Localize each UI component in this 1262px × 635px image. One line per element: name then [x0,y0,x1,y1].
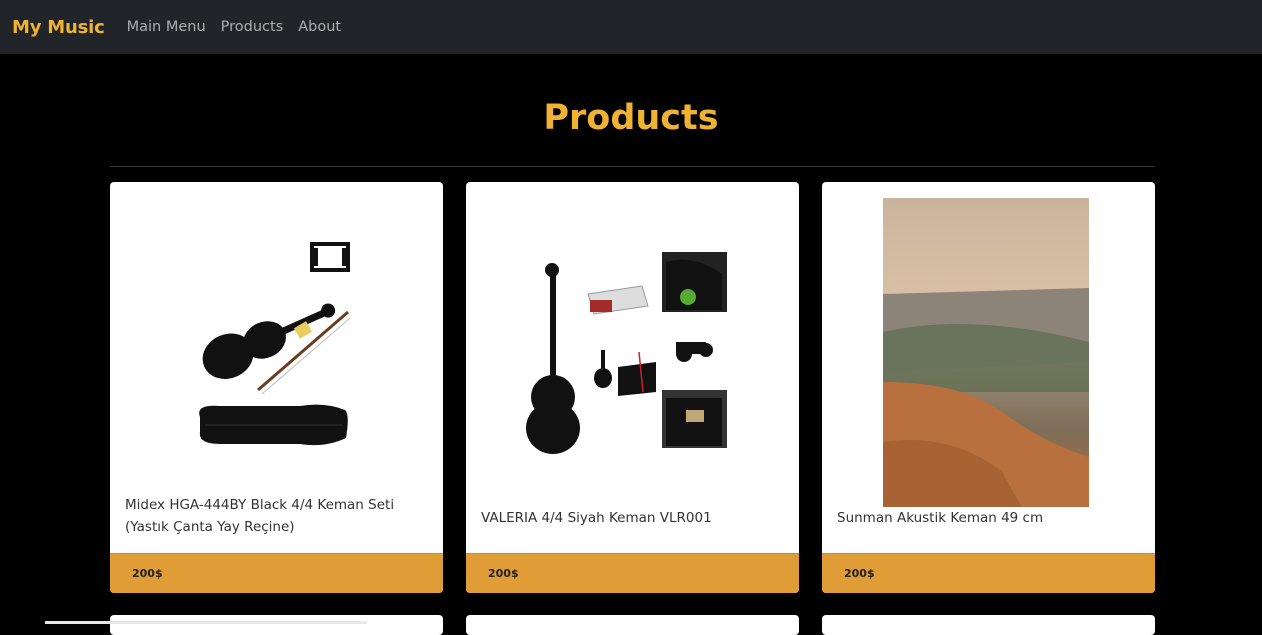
product-title: Midex HGA-444BY Black 4/4 Keman Seti (Ya… [125,497,395,535]
navbar: My Music Main Menu Products About [0,0,1262,54]
product-image[interactable] [466,182,799,512]
product-price: 200$ [844,567,875,580]
product-title: Sunman Akustik Keman 49 cm [837,510,1044,526]
product-card-next-row[interactable] [110,615,443,635]
nav-link-main-menu[interactable]: Main Menu [127,19,206,35]
product-image[interactable] [822,182,1155,512]
card-footer: 200$ [822,553,1155,593]
nav-link-about[interactable]: About [298,19,341,35]
card-footer: 200$ [110,553,443,593]
title-divider [110,166,1155,167]
brand-link[interactable]: My Music [12,17,105,38]
product-card-next-row[interactable] [822,615,1155,635]
page-title: Products [543,98,719,138]
product-card[interactable]: VALERIA 4/4 Siyah Keman VLR001 200$ [466,182,799,593]
product-image[interactable] [110,182,443,512]
product-card-next-row[interactable] [466,615,799,635]
product-card[interactable]: Sunman Akustik Keman 49 cm 200$ [822,182,1155,593]
nav-link-products[interactable]: Products [221,19,284,35]
card-footer: 200$ [466,553,799,593]
product-price: 200$ [488,567,519,580]
product-card[interactable]: Midex HGA-444BY Black 4/4 Keman Seti (Ya… [110,182,443,593]
product-title: VALERIA 4/4 Siyah Keman VLR001 [481,510,712,526]
product-price: 200$ [132,567,163,580]
